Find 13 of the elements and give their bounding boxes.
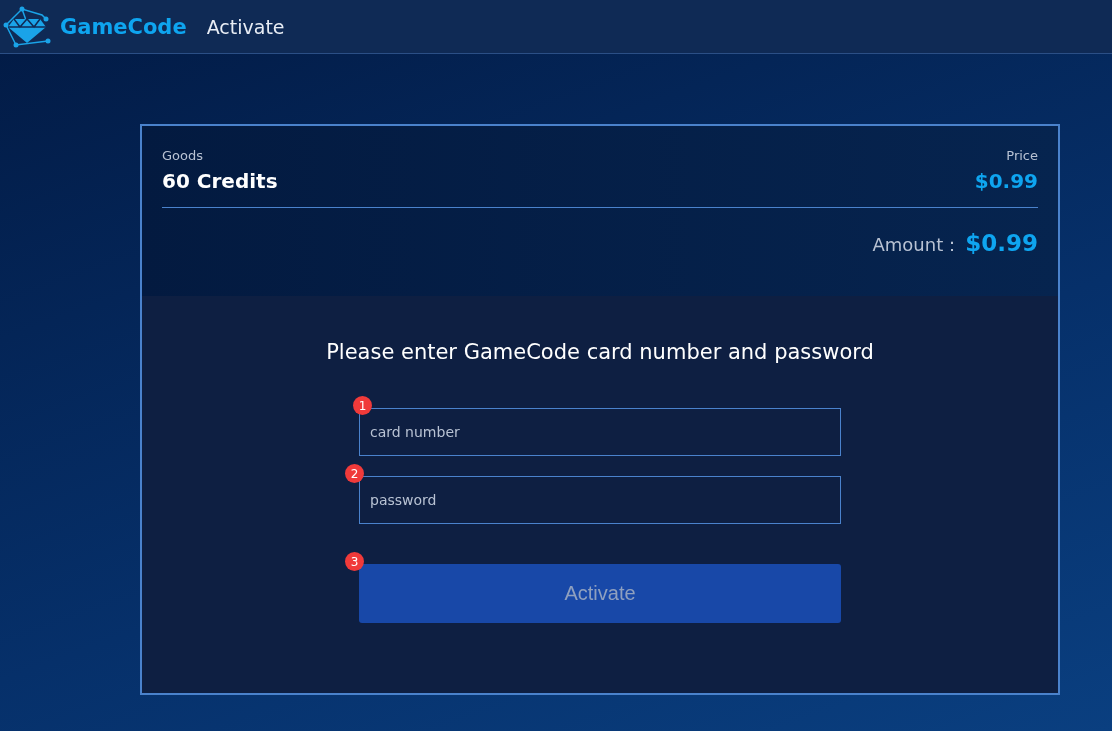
step-badge: 1 [353,396,372,415]
amount-label: Amount： [872,233,962,257]
amount-value: $0.99 [965,230,1038,256]
page-title: Activate [206,15,285,38]
price-label: Price [1006,148,1038,163]
step-badge: 3 [345,552,364,571]
goods-name: 60 Credits [162,169,278,193]
step-badge: 2 [345,464,364,483]
input-field[interactable]: password [359,476,841,524]
price-value: $0.99 [974,169,1038,193]
form-heading: Please enter GameCode card number and password [326,340,874,364]
goods-label: Goods [162,148,203,163]
brand-name: GameCode [60,14,187,39]
